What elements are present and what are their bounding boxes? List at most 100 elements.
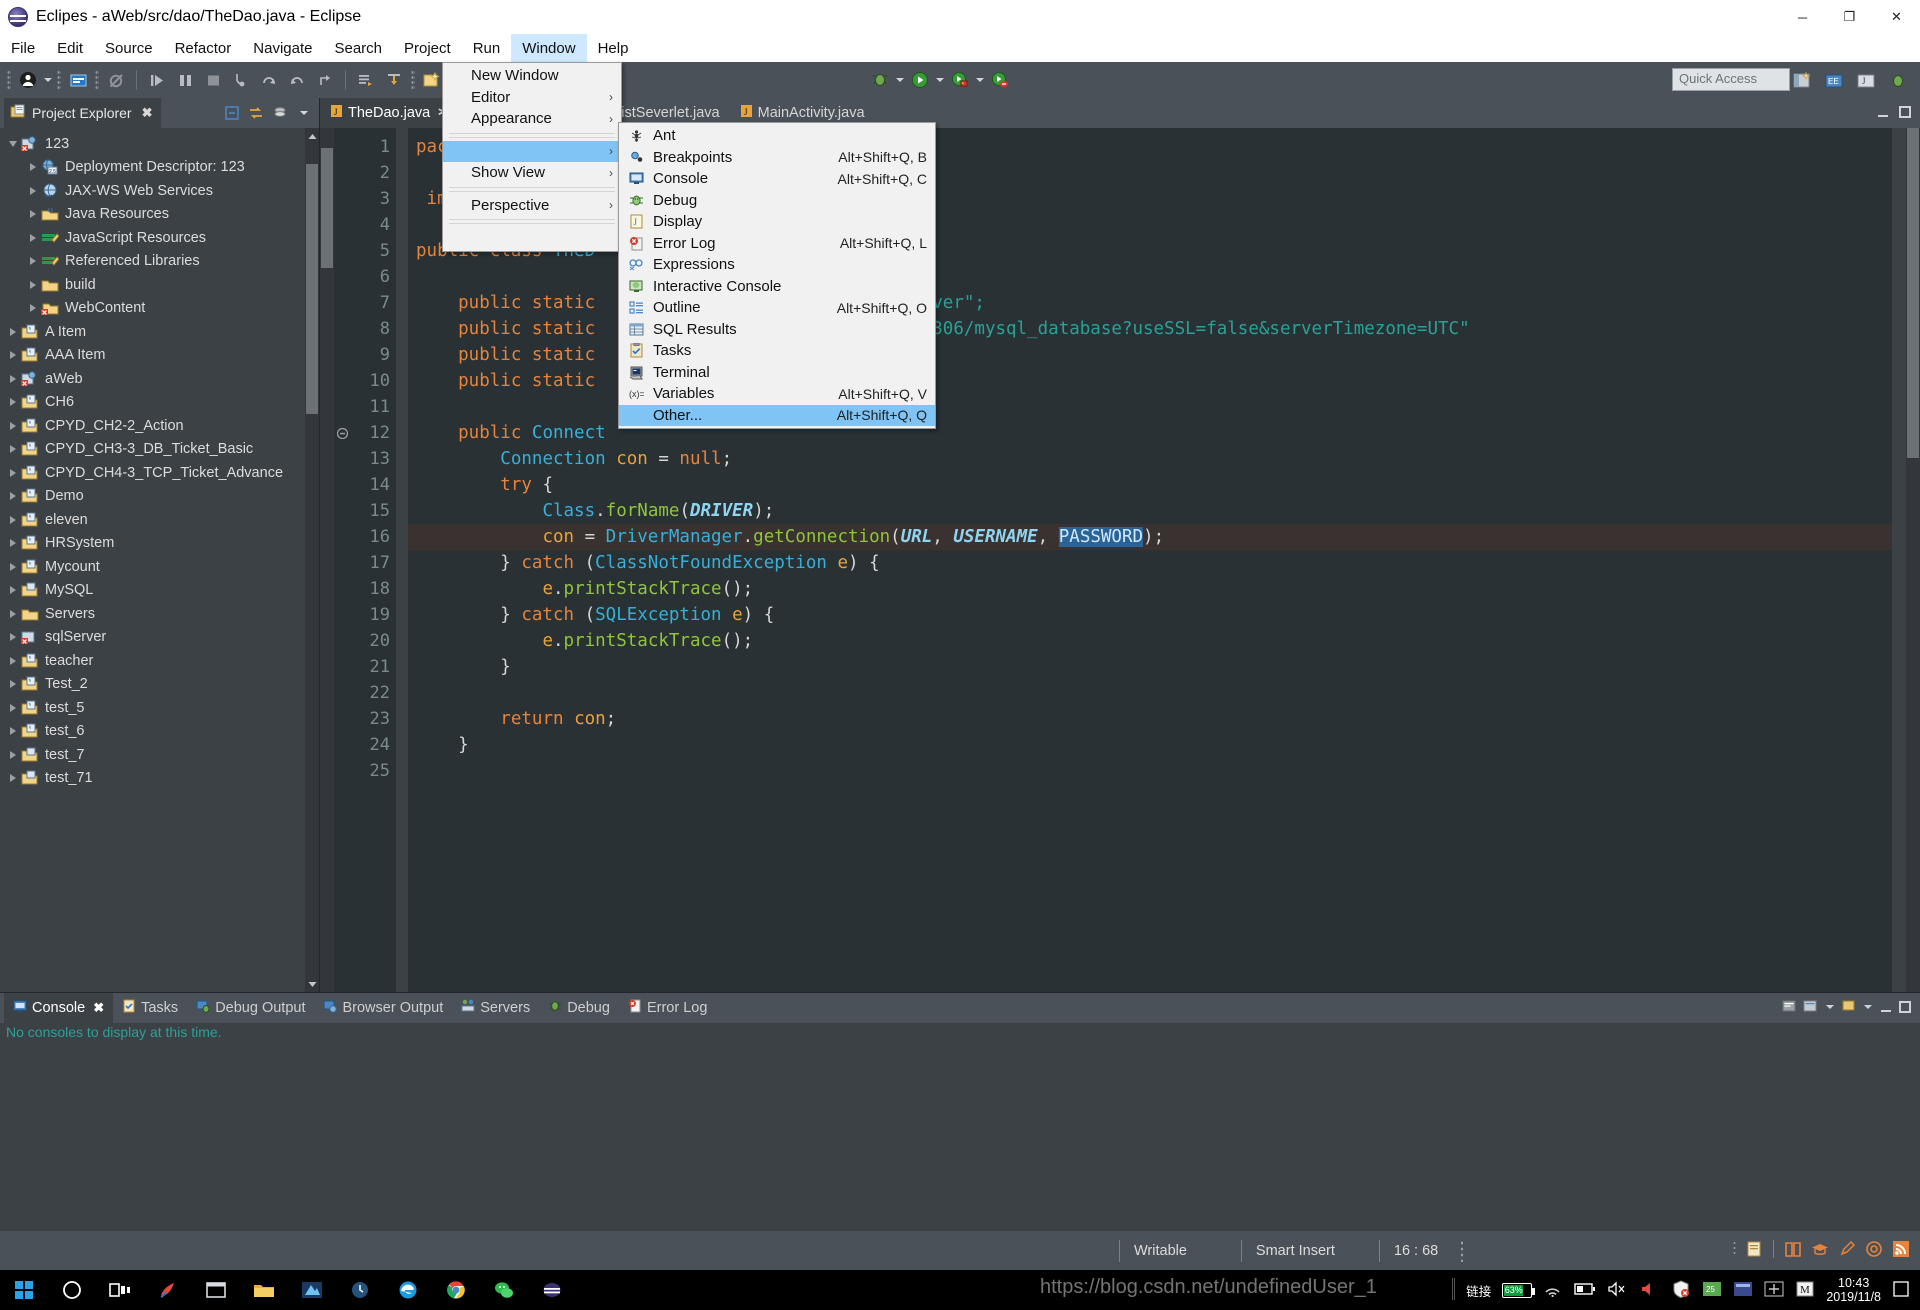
close-button[interactable]: ✕ (1873, 0, 1920, 34)
code-line[interactable]: return con; (408, 706, 1920, 732)
quick-access-input[interactable]: Quick Access (1672, 68, 1790, 91)
annotation-slot[interactable] (334, 602, 350, 628)
maximize-button[interactable]: ❐ (1826, 0, 1873, 34)
code-line[interactable]: Connection con = null; (408, 446, 1920, 472)
editor-left-scroll-thumb[interactable] (321, 148, 333, 268)
window-menu-item-new-window[interactable]: New Window (443, 65, 621, 87)
twisty-closed-icon[interactable] (6, 351, 20, 359)
twisty-closed-icon[interactable] (26, 210, 40, 218)
minimize-button[interactable]: ─ (1779, 0, 1826, 34)
java-ee-perspective-icon[interactable]: EE (1821, 68, 1847, 94)
toolbar-grip-2[interactable] (57, 70, 61, 90)
twisty-closed-icon[interactable] (6, 375, 20, 383)
menu-item-navigate[interactable]: Navigate (242, 34, 323, 62)
menu-item-help[interactable]: Help (587, 34, 640, 62)
debug-run-icon[interactable] (867, 67, 893, 93)
tree-item[interactable]: 123 (0, 132, 319, 156)
annotation-slot[interactable] (334, 264, 350, 290)
show-view-item-breakpoints[interactable]: BreakpointsAlt+Shift+Q, B (619, 147, 935, 169)
show-desktop-icon[interactable] (1892, 1280, 1910, 1301)
suspend-icon[interactable] (172, 67, 198, 93)
tree-item[interactable]: CPYD_CH4-3_TCP_Ticket_Advance (0, 461, 319, 485)
tree-item[interactable]: Mycount (0, 555, 319, 579)
window-menu-item-preferences[interactable] (443, 227, 621, 249)
code-line[interactable]: e.printStackTrace(); (408, 576, 1920, 602)
graduation-cap-icon[interactable] (1811, 1240, 1829, 1262)
statusbar-grip-2[interactable] (1732, 1239, 1737, 1263)
java-perspective-icon[interactable]: J (1853, 68, 1879, 94)
step-out-icon[interactable] (312, 67, 338, 93)
tree-scroll-thumb[interactable] (306, 164, 318, 414)
overview-ruler[interactable] (1892, 128, 1906, 992)
twisty-closed-icon[interactable] (6, 657, 20, 665)
search-circle-icon[interactable] (48, 1270, 96, 1310)
menu-item-file[interactable]: File (0, 34, 46, 62)
app-tray-icon-2[interactable] (1733, 1280, 1753, 1301)
annotation-slot[interactable] (334, 524, 350, 550)
user-dropdown-arrow[interactable] (42, 67, 54, 93)
twisty-closed-icon[interactable] (6, 469, 20, 477)
clock[interactable]: 10:43 2019/11/8 (1826, 1276, 1881, 1304)
step-return-icon[interactable] (284, 67, 310, 93)
twisty-closed-icon[interactable] (6, 328, 20, 336)
show-view-item-interactive-console[interactable]: Interactive Console (619, 276, 935, 298)
clear-console-icon[interactable] (1782, 999, 1798, 1017)
open-task-icon[interactable] (381, 67, 407, 93)
show-view-item-console[interactable]: ConsoleAlt+Shift+Q, C (619, 168, 935, 190)
new-console-arrow[interactable] (1862, 1001, 1874, 1016)
bottom-tab-error-log[interactable]: Error Log (619, 993, 716, 1023)
menu-item-window[interactable]: Window (511, 34, 586, 62)
annotation-slot[interactable] (334, 550, 350, 576)
menu-item-run[interactable]: Run (462, 34, 512, 62)
tree-item[interactable]: JAX-WS Web Services (0, 179, 319, 203)
twisty-closed-icon[interactable] (6, 422, 20, 430)
menubar[interactable]: FileEditSourceRefactorNavigateSearchProj… (0, 34, 1920, 62)
show-view-item-sql-results[interactable]: SQL Results (619, 319, 935, 341)
tree-item[interactable]: test_6 (0, 720, 319, 744)
show-view-item-tasks[interactable]: Tasks (619, 340, 935, 362)
statusbar-grip[interactable] (1460, 1240, 1464, 1262)
twisty-closed-icon[interactable] (6, 727, 20, 735)
editor-vertical-scrollbar[interactable] (1906, 128, 1920, 992)
twisty-closed-icon[interactable] (26, 281, 40, 289)
rss-feed-icon[interactable] (1892, 1240, 1910, 1262)
window-menu-item-show-view[interactable]: › (443, 141, 621, 163)
show-view-item-variables[interactable]: (x)=VariablesAlt+Shift+Q, V (619, 383, 935, 405)
tree-item[interactable]: JavaScript Resources (0, 226, 319, 250)
run-external-tools-icon[interactable] (987, 67, 1013, 93)
twisty-closed-icon[interactable] (6, 610, 20, 618)
tree-item[interactable]: build (0, 273, 319, 297)
app-pin-icon[interactable] (144, 1270, 192, 1310)
lifesaver-icon[interactable] (1865, 1240, 1883, 1262)
view-menu-icon[interactable] (293, 102, 315, 124)
tree-item[interactable]: Test_2 (0, 673, 319, 697)
file-explorer-icon[interactable] (192, 1270, 240, 1310)
annotation-slot[interactable] (334, 472, 350, 498)
mute-icon[interactable] (1607, 1281, 1629, 1300)
twisty-closed-icon[interactable] (6, 633, 20, 641)
annotation-slot[interactable] (334, 758, 350, 784)
annotation-slot[interactable] (334, 212, 350, 238)
window-menu-item-perspective[interactable]: Show View› (443, 162, 621, 184)
run-on-server-icon[interactable] (947, 67, 973, 93)
minimize-editor-icon[interactable] (1876, 105, 1890, 122)
security-shield-icon[interactable] (1671, 1280, 1691, 1301)
minimize-panel-icon[interactable] (1879, 1000, 1893, 1017)
start-icon[interactable] (0, 1270, 48, 1310)
twisty-closed-icon[interactable] (6, 492, 20, 500)
bottom-tabbar[interactable]: Console✖TasksDebug OutputBrowser OutputS… (0, 993, 1920, 1023)
show-view-item-debug[interactable]: Debug (619, 190, 935, 212)
twisty-closed-icon[interactable] (26, 304, 40, 312)
annotation-slot[interactable] (334, 706, 350, 732)
annotation-slot[interactable] (334, 160, 350, 186)
user-profile-icon[interactable] (15, 67, 41, 93)
tree-item[interactable]: CPYD_CH2-2_Action (0, 414, 319, 438)
book-icon[interactable] (1784, 1240, 1802, 1262)
annotation-slot[interactable] (334, 628, 350, 654)
annotation-slot[interactable] (334, 654, 350, 680)
show-view-item-display[interactable]: JDisplay (619, 211, 935, 233)
twisty-closed-icon[interactable] (6, 704, 20, 712)
editor-tab-thedao-java[interactable]: JTheDao.java✲ (320, 98, 459, 128)
twisty-closed-icon[interactable] (6, 445, 20, 453)
annotation-slot[interactable] (334, 186, 350, 212)
